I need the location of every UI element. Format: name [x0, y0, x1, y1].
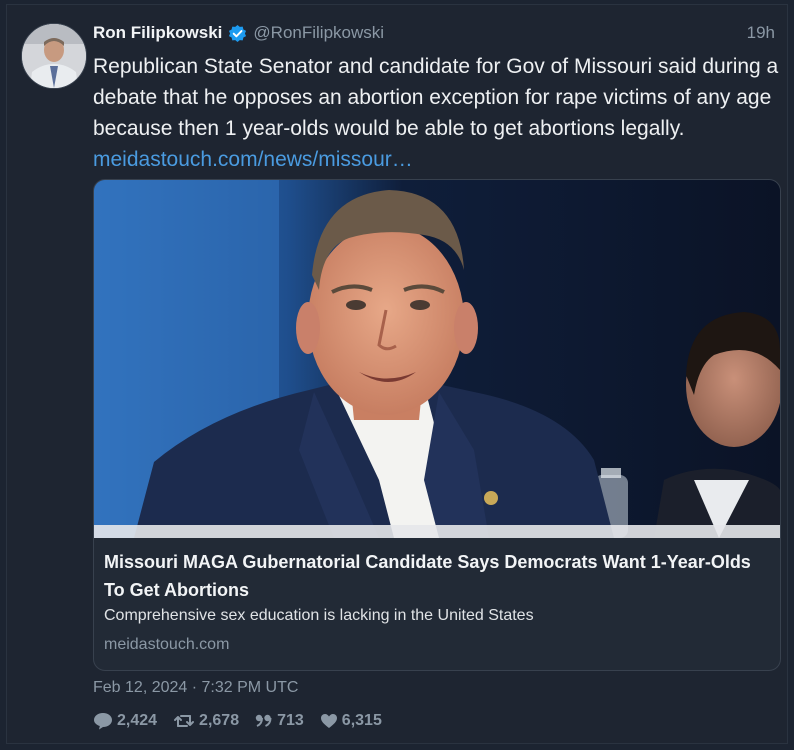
tweet-link[interactable]: meidastouch.com/news/missour… — [93, 148, 413, 171]
reply-stat[interactable]: 2,424 — [93, 712, 157, 730]
card-domain: meidastouch.com — [104, 636, 230, 653]
card-description: Comprehensive sex education is lacking i… — [104, 607, 534, 624]
verified-badge-icon — [228, 24, 247, 43]
author-handle[interactable]: @RonFilipkowski — [253, 23, 384, 43]
avatar[interactable] — [21, 23, 87, 89]
tweet-timestamp[interactable]: Feb 12, 2024 · 7:32 PM UTC — [93, 679, 298, 697]
tweet-stats: 2,424 2,678 713 6,315 — [93, 709, 398, 733]
card-title: Missouri MAGA Gubernatorial Candidate Sa… — [104, 552, 751, 600]
tweet-body: Republican State Senator and candidate f… — [93, 55, 779, 140]
tweet: Ron Filipkowski @RonFilipkowski 19h Repu… — [6, 4, 788, 744]
tweet-text: Republican State Senator and candidate f… — [93, 51, 783, 175]
reply-count: 2,424 — [117, 712, 158, 729]
tweet-time[interactable]: 19h — [747, 23, 775, 43]
author-name[interactable]: Ron Filipkowski — [93, 23, 222, 43]
reply-icon — [93, 712, 113, 730]
retweet-icon — [173, 713, 195, 729]
quote-stat[interactable]: 713 — [255, 712, 304, 730]
quote-icon — [255, 714, 273, 728]
card-image — [94, 180, 780, 538]
retweet-stat[interactable]: 2,678 — [173, 712, 239, 730]
like-stat[interactable]: 6,315 — [320, 712, 382, 730]
like-count: 6,315 — [341, 712, 382, 729]
retweet-count: 2,678 — [199, 712, 240, 729]
quote-count: 713 — [277, 712, 304, 729]
heart-icon — [320, 713, 338, 729]
tweet-header: Ron Filipkowski @RonFilipkowski 19h — [93, 20, 775, 46]
link-card[interactable]: Missouri MAGA Gubernatorial Candidate Sa… — [93, 179, 781, 671]
avatar-image — [22, 24, 86, 88]
